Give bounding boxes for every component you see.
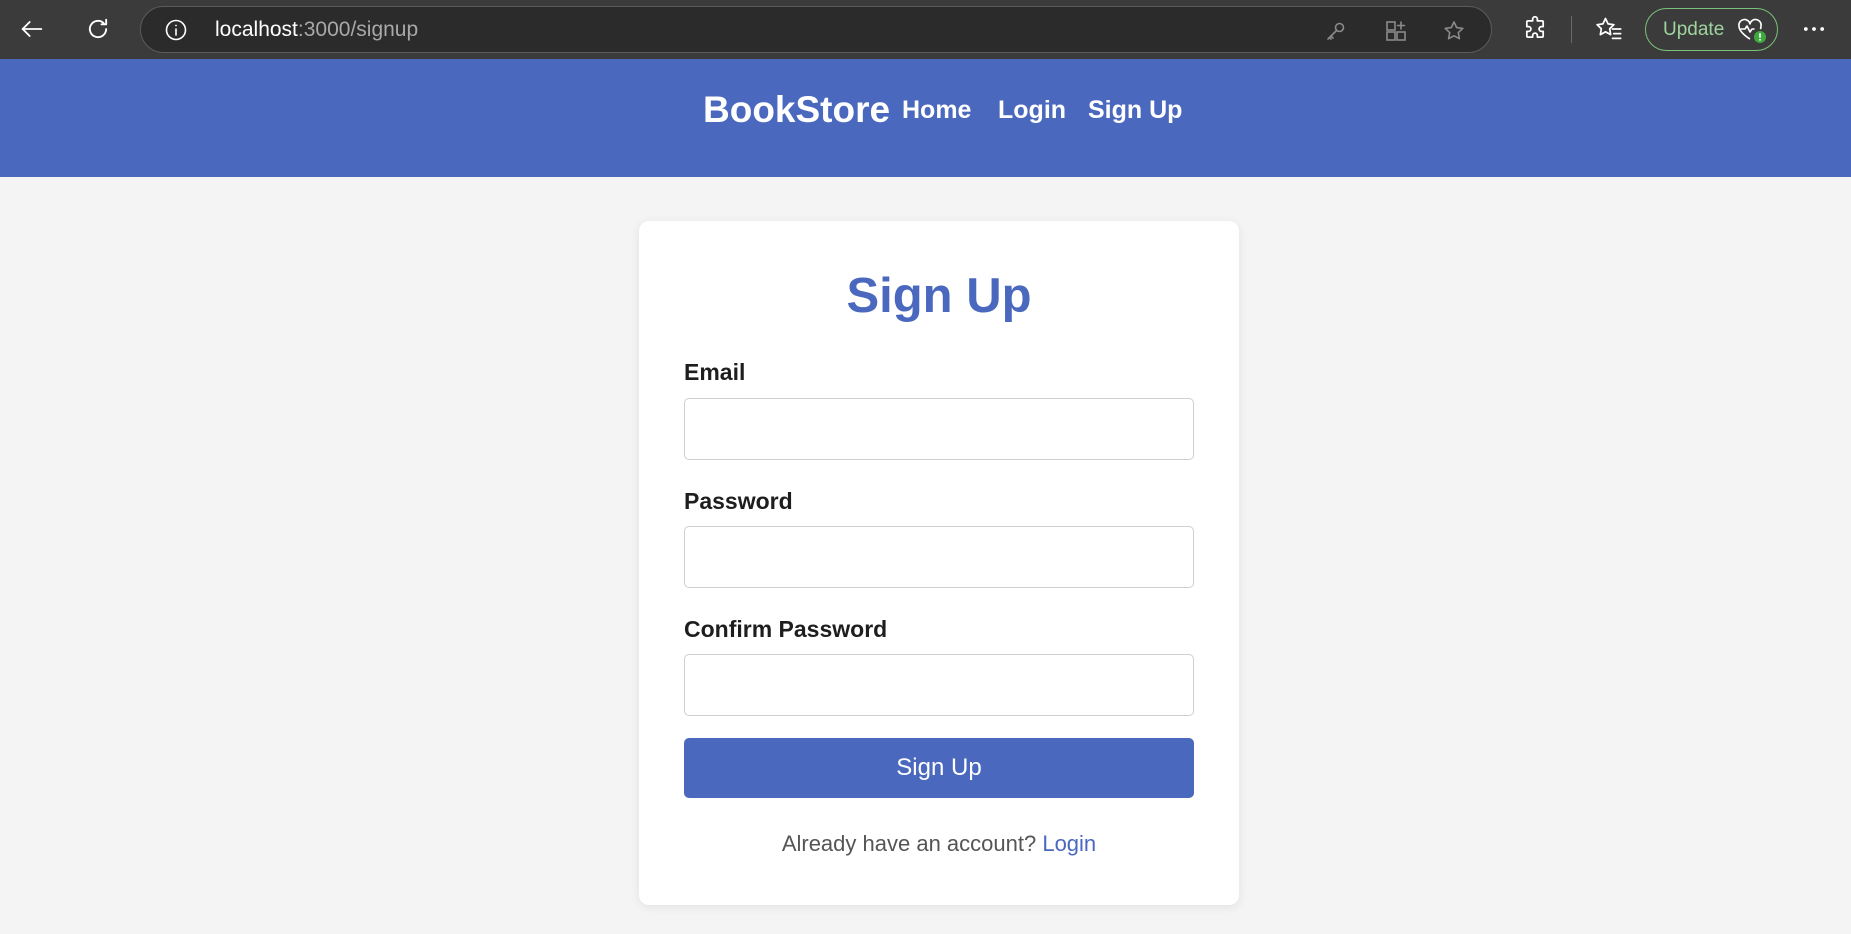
back-arrow-icon: [21, 21, 43, 37]
nav-link-signup[interactable]: Sign Up: [1088, 94, 1182, 126]
key-icon: [1327, 22, 1345, 40]
password-field[interactable]: [684, 526, 1194, 588]
login-prompt: Already have an account? Login: [639, 830, 1239, 858]
favorite-star-button[interactable]: [1439, 16, 1469, 46]
favorites-icon: [1596, 17, 1622, 40]
extensions-button[interactable]: [1513, 7, 1557, 51]
extensions-icon: [1525, 15, 1545, 39]
brand-logo[interactable]: BookStore: [703, 88, 890, 132]
password-key-button[interactable]: [1321, 16, 1351, 46]
star-icon: [1444, 21, 1464, 40]
app-install-button[interactable]: [1381, 16, 1411, 46]
more-icon: [1803, 27, 1825, 31]
email-field[interactable]: [684, 398, 1194, 460]
page-title: Sign Up: [846, 269, 1032, 323]
email-label: Email: [684, 359, 746, 385]
back-button[interactable]: [10, 7, 54, 51]
update-label: Update: [1663, 19, 1725, 40]
refresh-icon: [88, 18, 108, 39]
url-host: localhost: [215, 18, 298, 41]
confirm-password-label: Confirm Password: [684, 616, 888, 642]
app-install-icon: [1386, 21, 1406, 41]
toolbar-divider: [1571, 16, 1572, 43]
site-info-icon: [165, 19, 187, 41]
refresh-button[interactable]: [76, 7, 120, 51]
confirm-password-field[interactable]: [684, 654, 1194, 716]
address-url[interactable]: localhost:3000/signup: [215, 17, 418, 43]
login-prompt-text: Already have an account?: [781, 831, 1043, 856]
nav-link-home[interactable]: Home: [902, 94, 971, 126]
browser-toolbar: localhost:3000/signup Update: [0, 0, 1851, 59]
health-heart-icon: [1738, 18, 1766, 43]
address-bar[interactable]: localhost:3000/signup: [140, 6, 1492, 53]
update-button[interactable]: Update: [1645, 8, 1778, 51]
favorites-button[interactable]: [1587, 7, 1631, 51]
more-button[interactable]: [1792, 7, 1836, 51]
password-label: Password: [684, 488, 793, 514]
site-info-button[interactable]: [163, 17, 189, 43]
url-path: :3000/signup: [297, 18, 419, 41]
nav-link-login[interactable]: Login: [998, 94, 1066, 126]
signup-submit-button[interactable]: Sign Up: [684, 738, 1194, 798]
login-link[interactable]: Login: [1042, 831, 1096, 856]
